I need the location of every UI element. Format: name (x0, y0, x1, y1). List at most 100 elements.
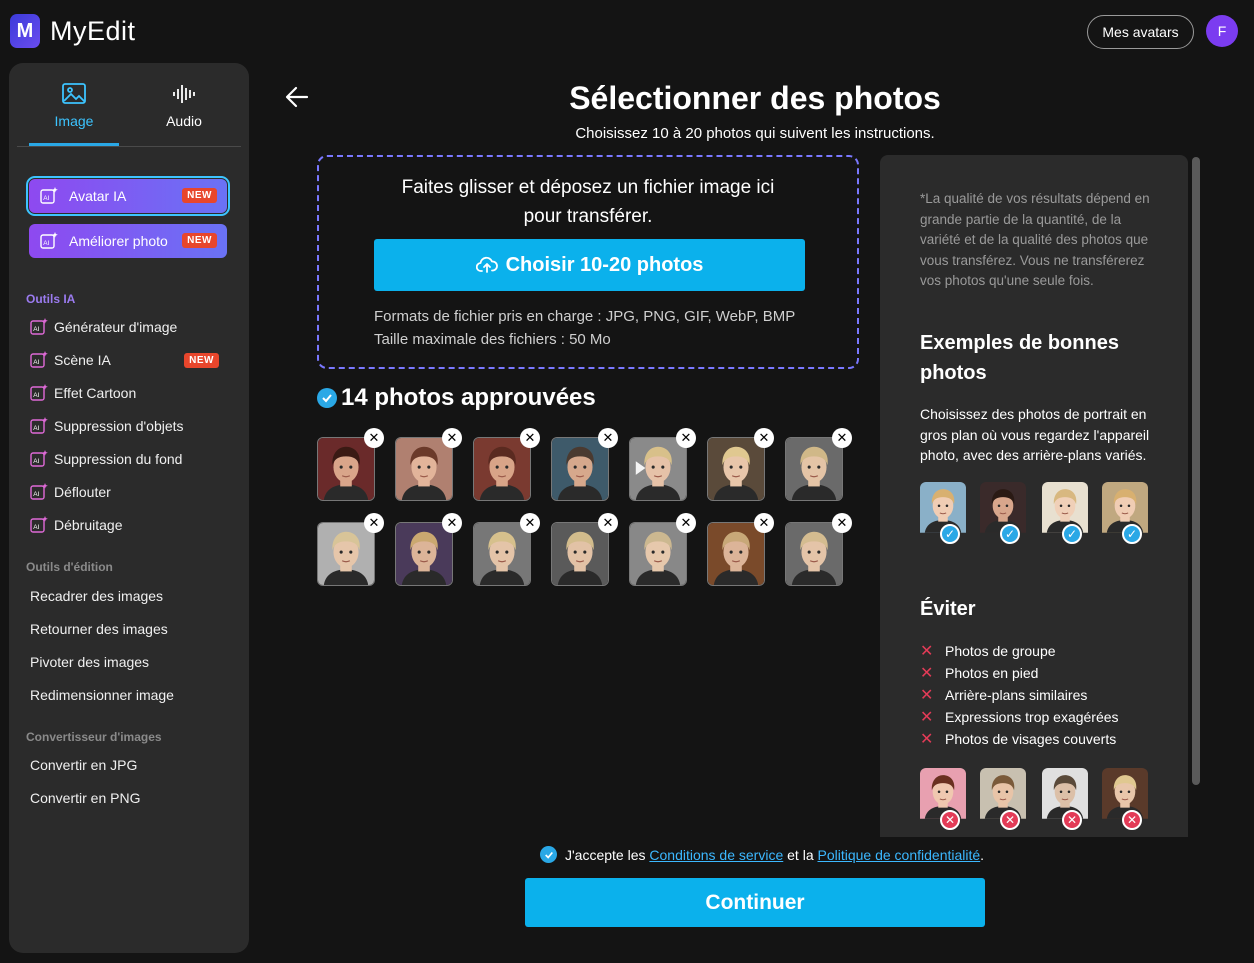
remove-photo-icon[interactable]: ✕ (832, 513, 852, 533)
remove-photo-icon[interactable]: ✕ (598, 513, 618, 533)
remove-photo-icon[interactable]: ✕ (364, 513, 384, 533)
svg-text:AI: AI (43, 240, 49, 247)
approved-photo-thumbnail[interactable] (317, 522, 375, 586)
terms-checkbox[interactable] (540, 846, 557, 863)
portrait-image (786, 523, 842, 585)
remove-photo-icon[interactable]: ✕ (676, 428, 696, 448)
cross-icon: ✕ (920, 731, 934, 748)
sidebar-item-effet-cartoon[interactable]: AI Effet Cartoon (29, 381, 229, 405)
ai-sparkle-icon: AI (40, 232, 58, 249)
approved-photo-thumbnail[interactable] (473, 437, 531, 501)
sidebar-item-label: Scène IA (54, 352, 111, 368)
remove-photo-icon[interactable]: ✕ (520, 513, 540, 533)
sidebar-item-convertir-en-png[interactable]: Convertir en PNG (30, 786, 230, 810)
portrait-image (474, 523, 530, 585)
svg-text:AI: AI (33, 425, 39, 432)
sidebar-item-pivoter-des-images[interactable]: Pivoter des images (30, 650, 230, 674)
approved-photo-thumbnail[interactable] (395, 437, 453, 501)
remove-photo-icon[interactable]: ✕ (442, 428, 462, 448)
new-badge: NEW (184, 352, 219, 368)
back-arrow-icon[interactable] (284, 84, 310, 110)
dropzone-instructions: Faites glisser et déposez un fichier ima… (319, 173, 857, 231)
cross-icon: ✕ (920, 665, 934, 682)
sidebar-item-deflouter[interactable]: AI Déflouter (29, 480, 229, 504)
approved-photo-thumbnail[interactable] (551, 522, 609, 586)
ameliorer-photo-button[interactable]: AI Améliorer photo NEW (29, 224, 227, 258)
sidebar-item-generateur-d-image[interactable]: AI Générateur d'image (29, 315, 229, 339)
approved-photo-thumbnail[interactable] (785, 437, 843, 501)
sidebar-item-recadrer-des-images[interactable]: Recadrer des images (30, 584, 230, 608)
supported-formats: Formats de fichier pris en charge : JPG,… (374, 308, 796, 325)
portrait-image (786, 438, 842, 500)
sidebar-item-label: Suppression d'objets (54, 418, 184, 434)
new-badge: NEW (182, 233, 217, 248)
approved-photo-thumbnail[interactable] (707, 437, 765, 501)
continue-button[interactable]: Continuer (525, 878, 985, 927)
tab-image[interactable]: Image (29, 81, 119, 147)
choose-photos-button[interactable]: Choisir 10-20 photos (374, 239, 805, 291)
sidebar-item-suppression-d-objets[interactable]: AI Suppression d'objets (29, 414, 229, 438)
approved-photo-thumbnail[interactable] (629, 522, 687, 586)
portrait-image (708, 523, 764, 585)
remove-photo-icon[interactable]: ✕ (442, 513, 462, 533)
approved-photo-thumbnail[interactable] (473, 522, 531, 586)
section-outils-edition: Outils d'édition (26, 560, 113, 574)
approved-photo-thumbnail[interactable] (707, 522, 765, 586)
sidebar-item-suppression-du-fond[interactable]: AI Suppression du fond (29, 447, 229, 471)
approved-photo-thumbnail[interactable] (629, 437, 687, 501)
good-example-photo: ✓ (1042, 482, 1088, 550)
check-icon: ✓ (1122, 524, 1142, 544)
remove-photo-icon[interactable]: ✕ (832, 428, 852, 448)
avoid-item-label: Photos de groupe (945, 643, 1056, 659)
svg-text:AI: AI (43, 195, 49, 202)
image-icon (62, 83, 86, 104)
avoid-item: ✕ Photos de groupe (920, 641, 1056, 661)
user-avatar[interactable]: F (1206, 15, 1238, 47)
approved-photo-thumbnail[interactable] (785, 522, 843, 586)
terms-of-service-link[interactable]: Conditions de service (649, 847, 783, 863)
cross-icon: ✕ (940, 810, 960, 830)
my-avatars-button[interactable]: Mes avatars (1087, 15, 1194, 49)
bad-example-photo: ✕ (1042, 768, 1088, 836)
remove-photo-icon[interactable]: ✕ (598, 428, 618, 448)
ai-sparkle-icon: AI (30, 351, 48, 368)
portrait-image (318, 438, 374, 500)
avoid-item: ✕ Expressions trop exagérées (920, 707, 1119, 727)
avatar-ia-label: Avatar IA (69, 188, 127, 204)
approved-photo-thumbnail[interactable] (395, 522, 453, 586)
remove-photo-icon[interactable]: ✕ (364, 428, 384, 448)
sidebar-item-debruitage[interactable]: AI Débruitage (29, 513, 229, 537)
approved-photo-thumbnail[interactable] (551, 437, 609, 501)
tab-audio[interactable]: Audio (139, 81, 229, 147)
panel-scrollbar[interactable] (1192, 157, 1200, 785)
ai-sparkle-icon: AI (40, 187, 58, 204)
ai-sparkle-icon: AI (30, 318, 48, 335)
tab-divider (17, 146, 241, 147)
sidebar-item-retourner-des-images[interactable]: Retourner des images (30, 617, 230, 641)
sidebar-item-label: Déflouter (54, 484, 111, 500)
approved-photo-thumbnail[interactable] (317, 437, 375, 501)
sidebar-item-redimensionner-image[interactable]: Redimensionner image (30, 683, 230, 707)
privacy-policy-link[interactable]: Politique de confidentialité (818, 847, 981, 863)
tab-image-label: Image (54, 113, 94, 129)
upload-dropzone[interactable]: Faites glisser et déposez un fichier ima… (317, 155, 859, 369)
remove-photo-icon[interactable]: ✕ (754, 513, 774, 533)
myedit-logo[interactable]: M (10, 14, 40, 48)
avatar-ia-button[interactable]: AI Avatar IA NEW (26, 176, 230, 216)
remove-photo-icon[interactable]: ✕ (754, 428, 774, 448)
sidebar-item-convertir-en-jpg[interactable]: Convertir en JPG (30, 753, 230, 777)
bad-example-photo: ✕ (920, 768, 966, 836)
section-convertisseur: Convertisseur d'images (26, 730, 162, 744)
sidebar-item-label: Générateur d'image (54, 319, 178, 335)
logo-letter: M (16, 19, 34, 42)
good-examples-heading: Exemples de bonnes photos (920, 332, 1119, 384)
cross-icon: ✕ (1000, 810, 1020, 830)
ai-sparkle-icon: AI (30, 450, 48, 467)
avoid-item: ✕ Photos de visages couverts (920, 729, 1116, 749)
ai-sparkle-icon: AI (30, 516, 48, 533)
remove-photo-icon[interactable]: ✕ (676, 513, 696, 533)
remove-photo-icon[interactable]: ✕ (520, 428, 540, 448)
sidebar-item-scene-ia[interactable]: AI Scène IA NEW (29, 348, 229, 372)
brand-name[interactable]: MyEdit (50, 16, 136, 47)
svg-text:AI: AI (33, 458, 39, 465)
